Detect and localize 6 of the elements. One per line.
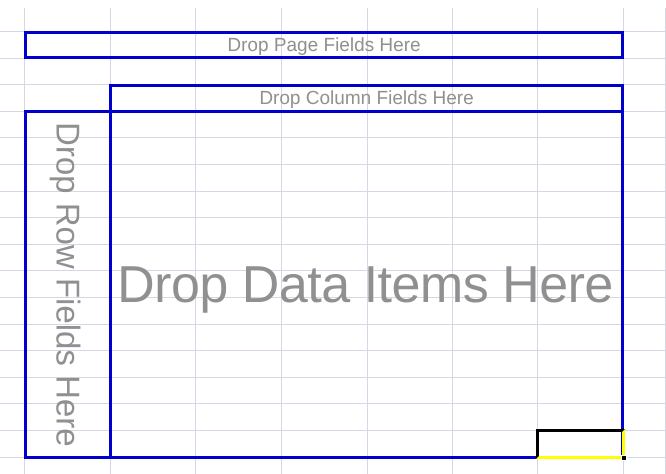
fill-handle[interactable]: [621, 455, 627, 461]
column-field-drop-area: Drop Column Fields Here: [109, 84, 624, 113]
data-drop-area: Drop Data Items Here: [109, 110, 624, 459]
row-field-drop-area: Drop Row Fields Here: [24, 110, 112, 459]
page-field-drop-area: Drop Page Fields Here: [24, 31, 624, 59]
selected-cell[interactable]: [536, 429, 625, 459]
